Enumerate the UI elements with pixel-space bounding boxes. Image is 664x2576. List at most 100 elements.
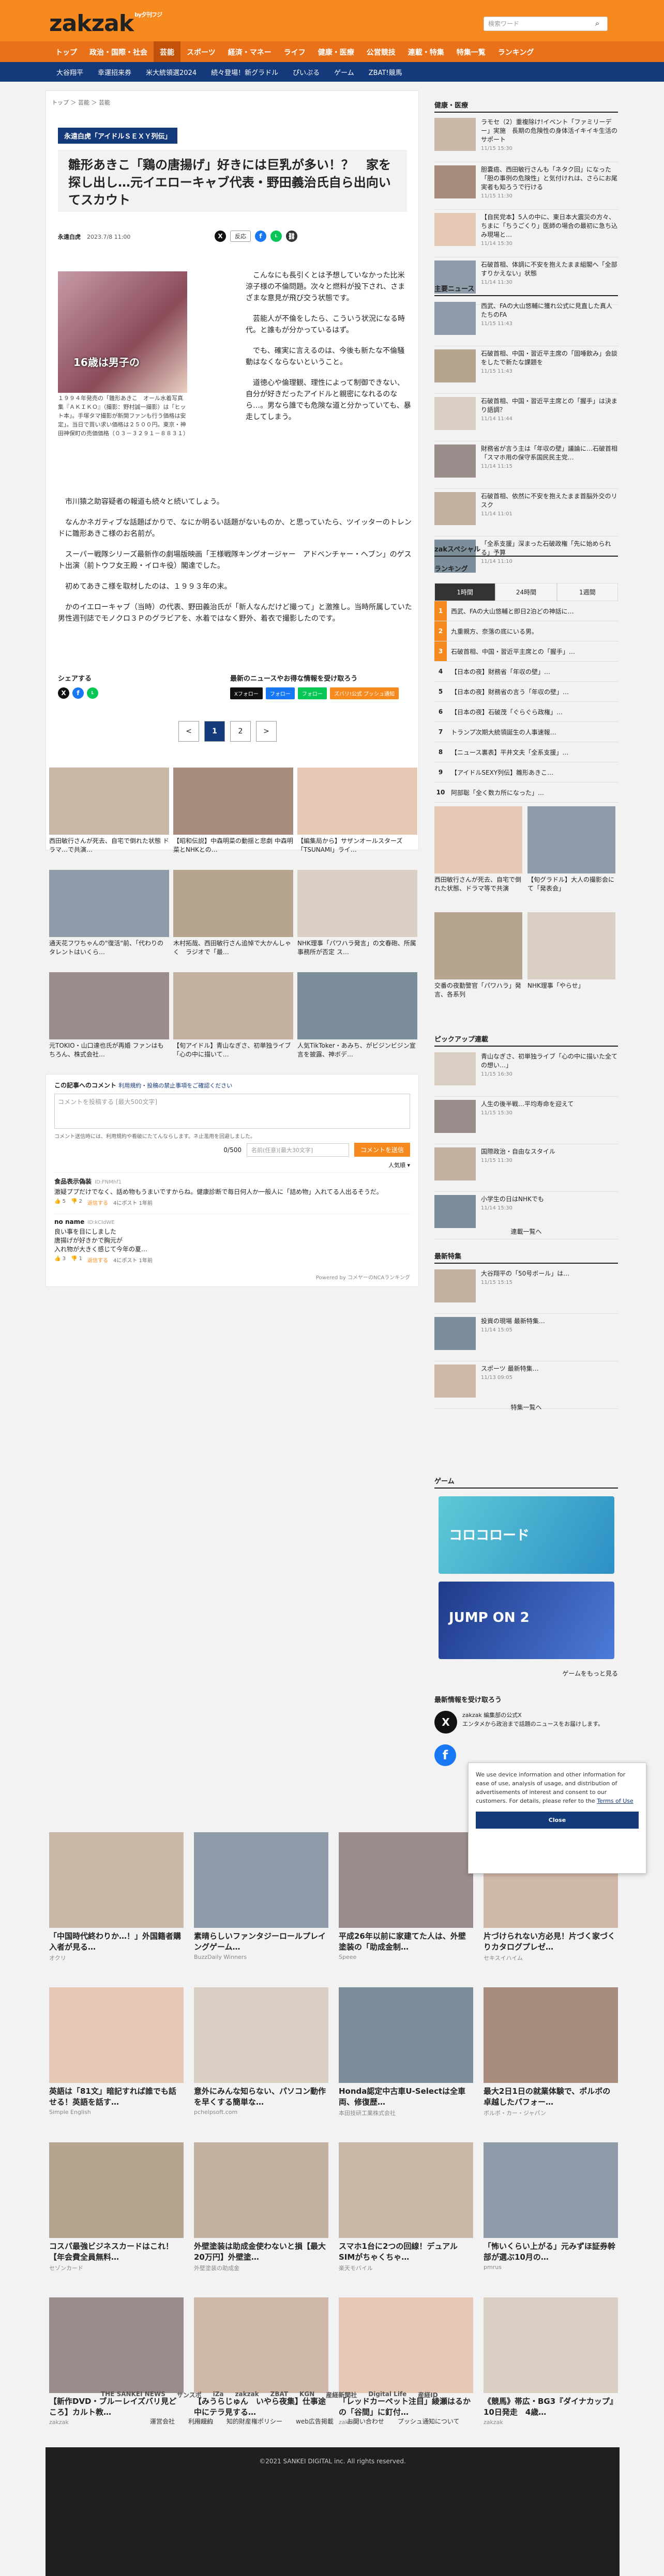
line-share-icon[interactable]: L bbox=[270, 231, 282, 242]
nav-item-1[interactable]: 政治・国際・社会 bbox=[83, 41, 154, 62]
ad-card[interactable]: 意外にみんな知らない、パソコン動作を早くする簡単な… pchelpsoft.com bbox=[194, 1987, 328, 2135]
pickup-more-link[interactable]: 連載一覧へ bbox=[434, 1220, 618, 1243]
facebook-share-icon[interactable]: f bbox=[255, 231, 266, 242]
related-card[interactable]: 【旬アイドル】青山なぎさ、初単独ライブ「心の中に描いて… bbox=[173, 972, 293, 1068]
health-item[interactable]: ラモセ（2）重複除け!イベント「ファミリーデー」実施 長期の危険性の身体活イキイ… bbox=[434, 115, 618, 162]
related-card[interactable]: 【昭和伝説】中森明菜の動揺と悲劇 中森明菜とNHKとの… bbox=[173, 768, 293, 863]
x-follow-button[interactable]: Xフォロー bbox=[230, 687, 263, 699]
ad-card[interactable]: 外壁塗装は助成金使わないと損【最大20万円】外壁塗… 外壁塗装の助成金 bbox=[194, 2142, 328, 2290]
pickup-item[interactable]: 人生の後半戦…平均寿命を迎えて 11/15 15:30 bbox=[434, 1097, 618, 1144]
like-button[interactable]: 👍 5 bbox=[54, 1199, 66, 1206]
related-card[interactable]: 通天花フワちゃんの"復活"前、「代わりのタレントはいくら… bbox=[49, 870, 169, 965]
feature-item[interactable]: 大谷翔平の「50号ボール」は… 11/15 15:15 bbox=[434, 1266, 618, 1314]
ranking-item[interactable]: 1 西武、FAの大山悠輔と即日2泊どの神話に… bbox=[434, 601, 618, 621]
topic-item-5[interactable]: ゲーム bbox=[327, 62, 361, 82]
special-card[interactable]: 【旬グラドル】大人の撮影会にて「発表会」 bbox=[527, 806, 615, 893]
ranking-item[interactable]: 7 トランプ次期大統領誕生の人事速報… bbox=[434, 722, 618, 742]
ad-card[interactable]: スマホ1台に2つの回線！デュアルSIMがちゃくちゃ… 楽天モバイル bbox=[339, 2142, 473, 2290]
ranking-item[interactable]: 2 九重親方、奈落の底にいる男。 bbox=[434, 621, 618, 641]
topic-item-1[interactable]: 幸運招来券 bbox=[90, 62, 139, 82]
terms-link[interactable]: Terms of Use bbox=[597, 1798, 633, 1804]
game-more-link[interactable]: ゲームをもっと見る bbox=[434, 1662, 618, 1685]
topic-item-2[interactable]: 米大統領選2024 bbox=[139, 62, 204, 82]
health-item[interactable]: 【自民党本】5人の中に、東日本大震災の方々、ちまに「ちうごくり」医師の場合の最初… bbox=[434, 210, 618, 257]
special-card[interactable]: NHK理事「やらせ」 bbox=[527, 912, 615, 990]
footer-link[interactable]: 利用規約 bbox=[188, 2417, 213, 2426]
topic-item-4[interactable]: ぴいぷる bbox=[285, 62, 327, 82]
related-card[interactable]: 西田敏行さんが死去、自宅で倒れた状態 ドラマ…で共演… bbox=[49, 768, 169, 863]
partner-logo[interactable]: KGN bbox=[299, 2390, 314, 2399]
push-notify-button[interactable]: ズバリ!公式 プッシュ通知 bbox=[329, 687, 399, 699]
nav-item-7[interactable]: 公営競技 bbox=[360, 41, 402, 62]
partner-logo[interactable]: 産経新聞社 bbox=[326, 2390, 357, 2399]
nav-item-9[interactable]: 特集一覧 bbox=[450, 41, 492, 62]
ranking-tab-1[interactable]: 24時間 bbox=[495, 583, 557, 601]
partner-logo[interactable]: Digital Life bbox=[368, 2390, 406, 2399]
page-1-button[interactable]: 1 bbox=[204, 721, 225, 742]
partner-logo[interactable]: サンスポ bbox=[177, 2390, 202, 2399]
ad-card[interactable]: 「怖いくらい上がる」元みずほ証券幹部が選ぶ10月の… pmrus bbox=[484, 2142, 618, 2290]
facebook-follow-button[interactable]: フォロー bbox=[265, 687, 295, 699]
pickup-item[interactable]: 青山なぎさ、初単独ライブ「心の中に描いた全ての想い…」 11/15 16:30 bbox=[434, 1049, 618, 1097]
nav-item-4[interactable]: 経済・マネー bbox=[222, 41, 278, 62]
game-banner-1[interactable]: コロコロード bbox=[439, 1496, 614, 1574]
comment-name-input[interactable]: 名前(任意)[最大30文字] bbox=[246, 1143, 349, 1157]
ranking-item[interactable]: 9 【アイドルSEXY列伝】雛形あきこ… bbox=[434, 762, 618, 783]
x-share-icon[interactable]: X bbox=[215, 231, 226, 242]
ranking-item[interactable]: 10 阿部聡「全く数カ所になった」… bbox=[434, 783, 618, 803]
topic-item-0[interactable]: 大谷翔平 bbox=[49, 62, 90, 82]
reaction-button[interactable]: 反応 bbox=[230, 231, 251, 242]
ranking-item[interactable]: 8 【ニュース裏表】平井文夫「全系支援」… bbox=[434, 742, 618, 762]
nav-item-3[interactable]: スポーツ bbox=[180, 41, 222, 62]
footer-link[interactable]: 知的財産権ポリシー bbox=[227, 2417, 282, 2426]
facebook-share-icon[interactable]: f bbox=[72, 687, 84, 699]
ad-card[interactable]: 平成26年以前に家建てた人は、外壁塗装の「助成金制… Speee bbox=[339, 1832, 473, 1980]
nav-item-10[interactable]: ランキング bbox=[492, 41, 540, 62]
footer-link[interactable]: お問い合わせ bbox=[347, 2417, 384, 2426]
partner-logo[interactable]: ZBAT bbox=[270, 2390, 288, 2399]
like-button[interactable]: 👍 3 bbox=[54, 1256, 66, 1264]
related-card[interactable]: 元TOKIO・山口達也氏が再婚 ファンはもちろん、株式会社… bbox=[49, 972, 169, 1068]
ranking-tab-0[interactable]: 1時間 bbox=[434, 583, 496, 601]
receive-x-card[interactable]: X zakzak 編集部の公式X エンタメから政治まで話題のニュースをお届けしま… bbox=[434, 1711, 618, 1734]
ranking-item[interactable]: 5 【日本の夜】財務省の言う「年収の壁」… bbox=[434, 682, 618, 702]
main-item[interactable]: 石破首相、依然に不安を抱えたまま首脳外交のリスク 11/14 11:01 bbox=[434, 489, 618, 536]
partner-logo[interactable]: zakzak bbox=[235, 2390, 259, 2399]
ad-card[interactable]: 英語は「81文」暗記すれば誰でも話せる！英語を話す… Simple English bbox=[49, 1987, 184, 2135]
partner-logo[interactable]: iZa bbox=[213, 2390, 224, 2399]
line-share-icon[interactable]: L bbox=[87, 687, 98, 699]
topic-item-3[interactable]: 続々登場！新グラドル bbox=[204, 62, 285, 82]
ad-card[interactable]: コスパ最強ビジネスカードはこれ！【年会費全員無料… セゾンカード bbox=[49, 2142, 184, 2290]
nav-item-2[interactable]: 芸能 bbox=[154, 41, 180, 62]
prev-page-button[interactable]: < bbox=[178, 721, 199, 742]
ranking-tab-2[interactable]: 1週間 bbox=[556, 583, 618, 601]
sort-select[interactable]: 人気順 ▾ bbox=[54, 1161, 410, 1169]
nav-item-6[interactable]: 健康・医療 bbox=[312, 41, 360, 62]
partner-logo[interactable]: 産経ID bbox=[418, 2390, 437, 2399]
game-banner-2[interactable]: JUMP ON 2 bbox=[439, 1582, 614, 1659]
feature-more-link[interactable]: 特集一覧へ bbox=[434, 1396, 618, 1419]
ranking-item[interactable]: 3 石破首相、中国・習近平主席との「握手」… bbox=[434, 641, 618, 662]
pickup-item[interactable]: 国際政治・自由なスタイル 11/15 11:30 bbox=[434, 1144, 618, 1192]
special-card[interactable]: 交番の夜勤警官「パワハラ」発言、各系列 bbox=[434, 912, 522, 999]
dislike-button[interactable]: 👎 1 bbox=[71, 1256, 82, 1264]
ad-card[interactable]: Honda認定中古車U-Selectは全車両、修復歴… 本田技研工業株式会社 bbox=[339, 1987, 473, 2135]
feature-item[interactable]: 投資の現場 最新特集… 11/14 15:05 bbox=[434, 1314, 618, 1361]
link-share-icon[interactable]: ⛓ bbox=[286, 231, 297, 242]
footer-link[interactable]: プッシュ通知について bbox=[398, 2417, 460, 2426]
topic-item-6[interactable]: ZBAT!競馬 bbox=[361, 62, 410, 82]
footer-link[interactable]: 運営会社 bbox=[150, 2417, 175, 2426]
main-item[interactable]: 石破首相、中国・習近平主席の「固唾飲み」会談をしたで新たな課題を 11/15 11… bbox=[434, 346, 618, 394]
facebook-icon[interactable]: f bbox=[434, 1744, 456, 1766]
author[interactable]: 永遠白虎 bbox=[58, 234, 81, 240]
main-item[interactable]: 財務省が言う主は「年収の壁」議論に…石破首相「スマホ用の保守系国民民主党… 11/… bbox=[434, 441, 618, 489]
page-2-button[interactable]: 2 bbox=[230, 721, 251, 742]
ad-card[interactable]: 《競馬》帯広・BG3『ダイナカップ』10日発走 4歳… zakzak bbox=[484, 2297, 618, 2445]
ranking-item[interactable]: 6 【日本の夜】石破茂「ぐらぐら政権」… bbox=[434, 702, 618, 722]
related-card[interactable]: 人気TikToker・あみち、がビジンビジン宣言を披露、神ボデ… bbox=[297, 972, 417, 1068]
ad-card[interactable]: 「中国時代終わりか…！」外国籍者購入者が見る… オクリ bbox=[49, 1832, 184, 1980]
related-card[interactable]: 【編集局から】サザンオールスターズ「TSUNAMI」ライ… bbox=[297, 768, 417, 863]
next-page-button[interactable]: > bbox=[256, 721, 277, 742]
search-input[interactable]: 検索ワード bbox=[484, 17, 608, 31]
footer-link[interactable]: web広告掲載 bbox=[296, 2417, 334, 2426]
